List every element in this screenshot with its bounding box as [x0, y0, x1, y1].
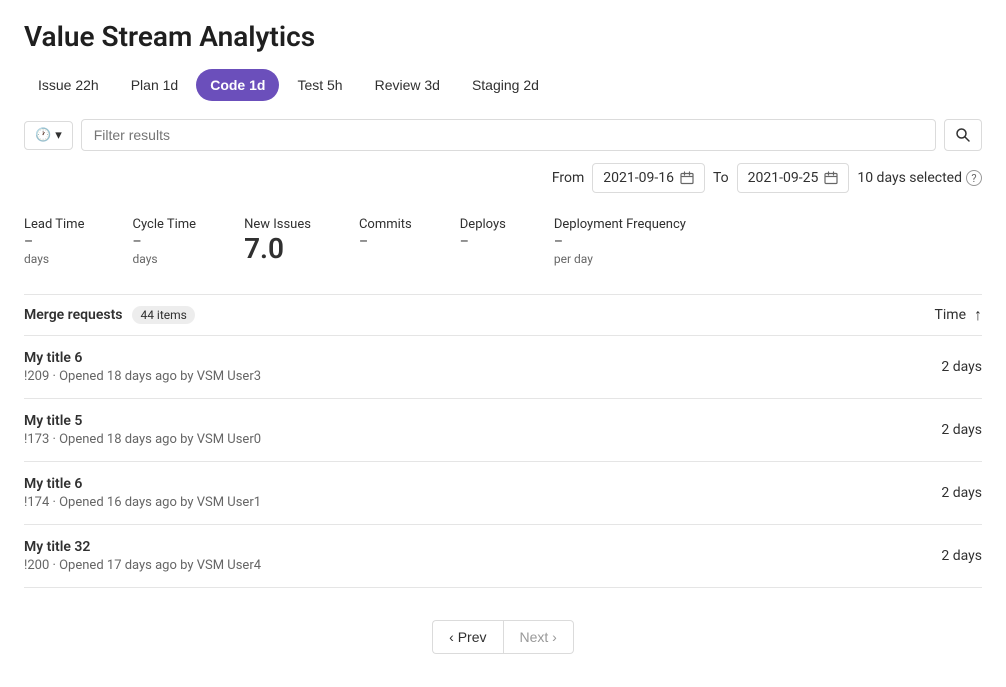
- mr-time: 2 days: [902, 422, 982, 438]
- stage-tab-test[interactable]: Test 5h: [283, 69, 356, 101]
- mr-info: My title 5 !173 · Opened 18 days ago by …: [24, 413, 261, 447]
- mr-meta: !200 · Opened 17 days ago by VSM User4: [24, 558, 261, 573]
- metrics-row: Lead Time – days Cycle Time – days New I…: [24, 213, 982, 266]
- days-selected: 10 days selected ?: [857, 170, 982, 186]
- merge-request-list: My title 6 !209 · Opened 18 days ago by …: [24, 336, 982, 588]
- search-button[interactable]: [944, 119, 982, 151]
- filter-row: 🕐 ▾: [24, 119, 982, 151]
- stage-tabs: Issue 22h Plan 1d Code 1d Test 5h Review…: [24, 69, 982, 101]
- mr-title[interactable]: My title 6: [24, 350, 261, 366]
- stage-tab-issue[interactable]: Issue 22h: [24, 69, 113, 101]
- stage-tab-plan[interactable]: Plan 1d: [117, 69, 192, 101]
- mr-time: 2 days: [902, 548, 982, 564]
- time-column-label: Time: [935, 307, 966, 323]
- mr-title[interactable]: My title 6: [24, 476, 261, 492]
- page-title: Value Stream Analytics: [24, 20, 982, 53]
- mr-meta: !209 · Opened 18 days ago by VSM User3: [24, 369, 261, 384]
- mr-title[interactable]: My title 32: [24, 539, 261, 555]
- mr-info: My title 6 !209 · Opened 18 days ago by …: [24, 350, 261, 384]
- info-icon[interactable]: ?: [966, 170, 982, 186]
- table-header: Merge requests 44 items Time ↑: [24, 294, 982, 336]
- table-header-left: Merge requests 44 items: [24, 306, 195, 324]
- stage-tab-code[interactable]: Code 1d: [196, 69, 279, 101]
- from-date-input[interactable]: 2021-09-16: [592, 163, 705, 193]
- filter-dropdown[interactable]: 🕐 ▾: [24, 121, 73, 150]
- search-icon: [955, 127, 971, 143]
- mr-time: 2 days: [902, 359, 982, 375]
- table-row: My title 5 !173 · Opened 18 days ago by …: [24, 399, 982, 462]
- from-label: From: [552, 170, 584, 186]
- calendar-icon-from: [680, 171, 694, 185]
- dropdown-chevron: ▾: [55, 128, 62, 143]
- table-header-right: Time ↑: [935, 305, 982, 325]
- mr-info: My title 32 !200 · Opened 17 days ago by…: [24, 539, 261, 573]
- to-label: To: [713, 170, 729, 186]
- metric-cycle-time: Cycle Time – days: [132, 217, 196, 266]
- metric-deploys: Deploys –: [460, 217, 506, 266]
- table-row: My title 6 !174 · Opened 16 days ago by …: [24, 462, 982, 525]
- calendar-icon-to: [824, 171, 838, 185]
- pagination: ‹ Prev Next ›: [24, 620, 982, 654]
- metric-deployment-frequency: Deployment Frequency – per day: [554, 217, 686, 266]
- mr-time: 2 days: [902, 485, 982, 501]
- mr-meta: !173 · Opened 18 days ago by VSM User0: [24, 432, 261, 447]
- sort-icon[interactable]: ↑: [974, 305, 982, 325]
- filter-input[interactable]: [81, 119, 936, 151]
- table-row: My title 32 !200 · Opened 17 days ago by…: [24, 525, 982, 588]
- metric-new-issues: New Issues 7.0: [244, 217, 311, 266]
- mr-info: My title 6 !174 · Opened 16 days ago by …: [24, 476, 261, 510]
- from-date-value: 2021-09-16: [603, 170, 674, 186]
- stage-tab-staging[interactable]: Staging 2d: [458, 69, 553, 101]
- metric-commits: Commits –: [359, 217, 412, 266]
- metric-lead-time: Lead Time – days: [24, 217, 84, 266]
- table-row: My title 6 !209 · Opened 18 days ago by …: [24, 336, 982, 399]
- mr-meta: !174 · Opened 16 days ago by VSM User1: [24, 495, 261, 510]
- stage-tab-review[interactable]: Review 3d: [361, 69, 454, 101]
- to-date-value: 2021-09-25: [748, 170, 819, 186]
- date-row: From 2021-09-16 To 2021-09-25 10 days se…: [24, 163, 982, 193]
- count-badge: 44 items: [132, 306, 194, 324]
- mr-title[interactable]: My title 5: [24, 413, 261, 429]
- merge-requests-label: Merge requests: [24, 307, 122, 323]
- prev-button[interactable]: ‹ Prev: [432, 620, 502, 654]
- next-button[interactable]: Next ›: [503, 620, 574, 654]
- to-date-input[interactable]: 2021-09-25: [737, 163, 850, 193]
- history-icon: 🕐: [35, 128, 51, 143]
